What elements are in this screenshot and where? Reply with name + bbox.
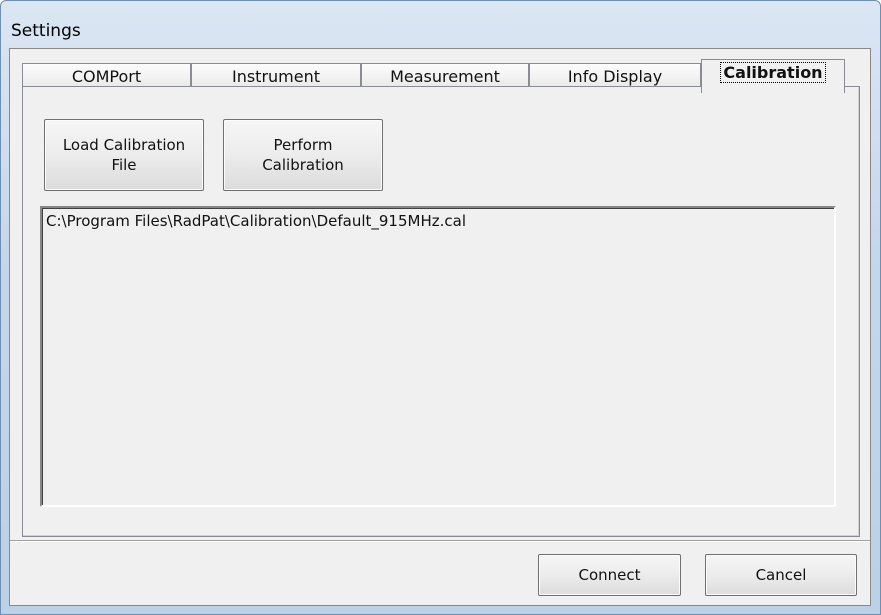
tab-label: Info Display <box>567 67 663 86</box>
cancel-button[interactable]: Cancel <box>705 554 857 596</box>
list-item[interactable]: C:\Program Files\RadPat\Calibration\Defa… <box>46 212 466 230</box>
window-title: Settings <box>11 21 81 41</box>
settings-window: Settings COMPort Instrument Measurement … <box>0 0 881 615</box>
tab-label: Calibration <box>720 62 826 83</box>
load-calibration-file-button[interactable]: Load Calibration File <box>44 119 204 191</box>
calibration-tab-panel: Load Calibration File Perform Calibratio… <box>22 86 860 537</box>
tab-calibration[interactable]: Calibration <box>701 59 845 93</box>
dialog-client-area: COMPort Instrument Measurement Info Disp… <box>9 48 871 606</box>
tab-strip: COMPort Instrument Measurement Info Disp… <box>22 59 858 93</box>
title-bar[interactable]: Settings <box>1 1 880 49</box>
tab-label: Measurement <box>390 67 500 86</box>
footer-divider <box>10 540 870 542</box>
perform-calibration-button[interactable]: Perform Calibration <box>223 119 383 191</box>
calibration-file-list[interactable]: C:\Program Files\RadPat\Calibration\Defa… <box>40 206 836 507</box>
connect-button[interactable]: Connect <box>538 554 681 596</box>
tab-label: COMPort <box>71 67 142 86</box>
tab-label: Instrument <box>231 67 321 86</box>
